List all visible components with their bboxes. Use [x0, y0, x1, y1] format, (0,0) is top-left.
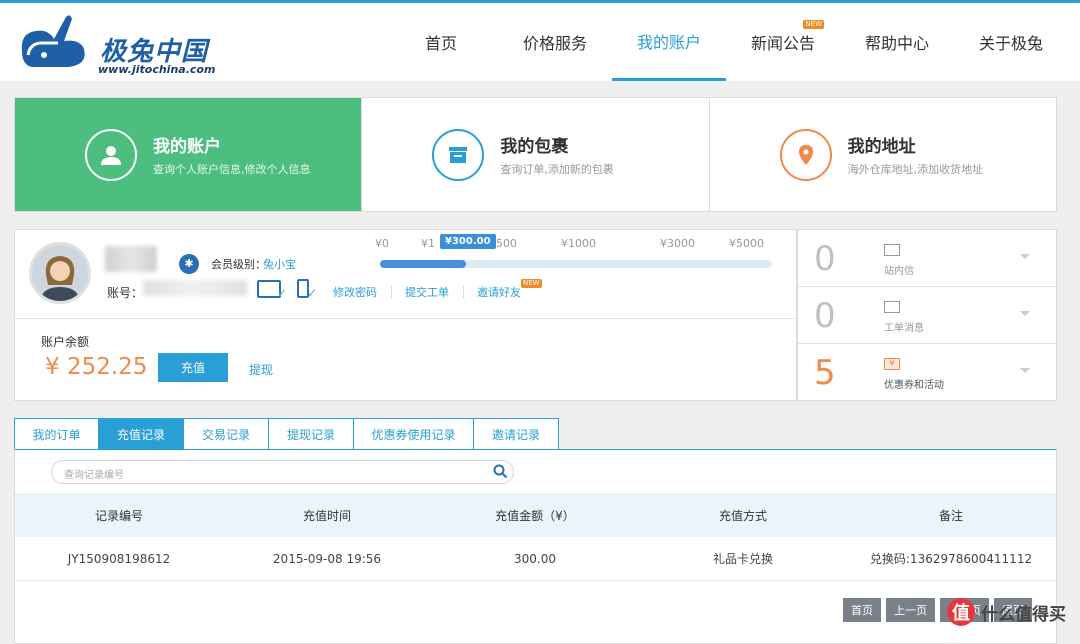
nav-pricing[interactable]: 价格服务 — [498, 3, 612, 81]
change-password-link[interactable]: 修改密码 — [333, 284, 377, 300]
tab-withdraw-records[interactable]: 提现记录 — [269, 418, 354, 450]
column-header: 备注 — [938, 508, 963, 523]
message-summary: 0 站内信 0 工单消息 5 ¥ 优惠券和活动 — [797, 229, 1057, 401]
account-id-redacted — [143, 280, 247, 296]
column-header: 充值方式 — [718, 508, 767, 523]
tab-recharge-records[interactable]: 充值记录 — [99, 418, 184, 450]
nav-home[interactable]: 首页 — [384, 3, 498, 81]
package-icon — [432, 128, 485, 181]
search-placeholder: 查询记录编号 — [64, 470, 124, 481]
site-header: 极兔中国 www.jitochina.com 首页 价格服务 我的账户 新闻公告… — [0, 3, 1080, 81]
record-tabs: 我的订单 充值记录 交易记录 提现记录 优惠券使用记录 邀请记录 — [14, 418, 559, 450]
verified-check-icon: ✓ — [277, 286, 288, 300]
column-header: 充值时间 — [302, 508, 351, 523]
new-badge: NEW — [803, 20, 824, 29]
link-separator — [463, 286, 464, 298]
message-row-inbox[interactable]: 0 站内信 — [798, 230, 1056, 287]
account-id-label: 账号： — [107, 286, 144, 300]
message-label: 站内信 — [884, 266, 914, 277]
chevron-down-icon[interactable] — [1020, 311, 1030, 316]
chevron-down-icon[interactable] — [1020, 368, 1030, 373]
member-badge-icon: ✱ — [179, 254, 199, 274]
membership-progress-bar — [380, 260, 772, 268]
tab-transaction-records[interactable]: 交易记录 — [184, 418, 269, 450]
new-badge: NEW — [521, 279, 542, 288]
member-level-value[interactable]: 兔小宝 — [263, 256, 296, 272]
nav-news[interactable]: 新闻公告 NEW — [726, 3, 840, 81]
card-title: 我的包裹 — [500, 137, 569, 157]
card-my-address[interactable]: 我的地址 海外仓库地址,添加收货地址 — [710, 98, 1056, 211]
logo-url: www.jitochina.com — [98, 63, 216, 76]
username-redacted — [105, 246, 157, 272]
message-count: 0 — [814, 239, 836, 279]
message-count: 5 — [814, 353, 836, 393]
card-subtitle: 海外仓库地址,添加收货地址 — [847, 163, 984, 176]
table-cell: 300.00 — [514, 551, 556, 566]
member-level-label: 会员级别： — [211, 258, 266, 271]
watermark-text: 什么值得买 — [981, 604, 1066, 625]
link-separator — [391, 286, 392, 298]
tab-my-orders[interactable]: 我的订单 — [14, 418, 99, 450]
nav-about[interactable]: 关于极兔 — [954, 3, 1068, 81]
card-my-account[interactable]: 我的账户 查询个人账户信息,修改个人信息 — [15, 98, 363, 211]
rabbit-logo-icon — [21, 15, 85, 67]
watermark-logo-icon: 值 — [947, 598, 975, 626]
progress-fill — [380, 260, 467, 268]
ticket-icon — [884, 301, 900, 313]
tab-invite-records[interactable]: 邀请记录 — [474, 418, 559, 450]
search-icon[interactable] — [493, 464, 508, 479]
user-icon — [85, 128, 137, 181]
card-subtitle: 查询个人账户信息,修改个人信息 — [153, 163, 311, 176]
card-title: 我的地址 — [847, 137, 916, 157]
page-first-button[interactable]: 首页 — [843, 598, 881, 622]
tab-coupon-records[interactable]: 优惠券使用记录 — [354, 418, 474, 450]
column-header: 记录编号 — [94, 508, 143, 523]
message-row-coupons[interactable]: 5 ¥ 优惠券和活动 — [798, 344, 1056, 401]
watermark: 值 什么值得买 — [947, 598, 1066, 626]
message-label: 优惠券和活动 — [884, 380, 944, 391]
card-my-packages[interactable]: 我的包裹 查询订单,添加新的包裹 — [362, 98, 710, 211]
progress-tick: ¥1 — [421, 237, 435, 250]
nav-news-label: 新闻公告 — [750, 34, 815, 53]
card-subtitle: 查询订单,添加新的包裹 — [500, 163, 614, 176]
progress-tooltip: ¥300.00 — [440, 234, 496, 249]
submit-ticket-link[interactable]: 提交工单 — [405, 284, 449, 300]
avatar[interactable] — [29, 242, 91, 304]
verified-check-icon: ✓ — [307, 286, 318, 300]
column-header: 充值金额（¥） — [495, 508, 575, 523]
account-panel: ✱ 会员级别： 兔小宝 账号： ✓ ✓ 修改密码 提交工单 邀请好友 NEW ¥… — [14, 229, 797, 401]
location-pin-icon — [779, 128, 832, 181]
progress-tick: ¥3000 — [660, 237, 695, 250]
envelope-icon — [884, 244, 900, 256]
account-cards: 我的账户 查询个人账户信息,修改个人信息 我的包裹 查询订单,添加新的包裹 我的… — [14, 97, 1057, 212]
table-cell: 礼品卡兑换 — [712, 552, 773, 566]
coupon-icon: ¥ — [884, 358, 900, 370]
card-title: 我的账户 — [153, 137, 221, 157]
progress-tick: ¥1000 — [561, 237, 596, 250]
nav-my-account[interactable]: 我的账户 — [612, 3, 726, 81]
page-prev-button[interactable]: 上一页 — [886, 598, 935, 622]
records-panel: 查询记录编号 记录编号 充值时间 充值金额（¥） 充值方式 备注 JY15090… — [14, 449, 1057, 644]
balance-value: ¥ 252.25 — [45, 354, 148, 380]
table-cell: 兑换码:1362978600411112 — [869, 552, 1033, 566]
record-search-input[interactable]: 查询记录编号 — [51, 460, 514, 484]
progress-tick: ¥5000 — [729, 237, 764, 250]
recharge-button[interactable]: 充值 — [158, 353, 228, 382]
panel-divider — [15, 318, 796, 319]
chevron-down-icon[interactable] — [1020, 254, 1030, 259]
message-row-tickets[interactable]: 0 工单消息 — [798, 287, 1056, 344]
message-count: 0 — [814, 296, 836, 336]
progress-tick: ¥0 — [375, 237, 389, 250]
withdraw-link[interactable]: 提现 — [249, 361, 273, 378]
message-label: 工单消息 — [884, 323, 924, 334]
balance-label: 账户余额 — [41, 335, 90, 349]
table-row: JY150908198612 2015-09-08 19:56 300.00 礼… — [15, 537, 1056, 581]
site-logo[interactable]: 极兔中国 www.jitochina.com — [14, 11, 224, 76]
main-nav: 首页 价格服务 我的账户 新闻公告 NEW 帮助中心 关于极兔 — [384, 3, 1068, 81]
table-cell: 2015-09-08 19:56 — [272, 551, 382, 566]
table-cell: JY150908198612 — [67, 551, 171, 566]
table-header: 记录编号 充值时间 充值金额（¥） 充值方式 备注 — [15, 493, 1056, 537]
nav-help[interactable]: 帮助中心 — [840, 3, 954, 81]
invite-friends-link[interactable]: 邀请好友 — [477, 284, 521, 300]
